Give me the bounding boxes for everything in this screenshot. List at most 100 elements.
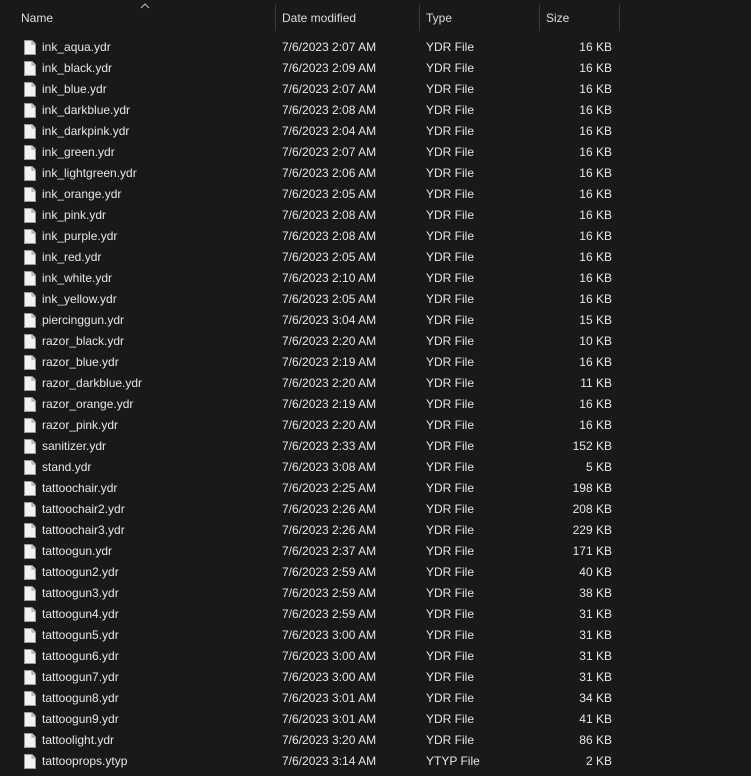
file-row[interactable]: ink_aqua.ydr 7/6/2023 2:07 AM YDR File 16 K… xyxy=(0,37,751,58)
file-row[interactable]: tattoogun9.ydr 7/6/2023 3:01 AM YDR File 41… xyxy=(0,709,751,730)
file-name: ink_yellow.ydr xyxy=(42,292,117,306)
file-row[interactable]: sanitizer.ydr 7/6/2023 2:33 AM YDR File 152… xyxy=(0,436,751,457)
column-header-type[interactable]: Type xyxy=(420,5,539,31)
file-icon xyxy=(24,271,36,286)
file-size: 16 KB xyxy=(579,124,612,138)
file-row[interactable]: razor_pink.ydr 7/6/2023 2:20 AM YDR File 16… xyxy=(0,415,751,436)
file-type: YDR File xyxy=(426,607,475,621)
file-size: 86 KB xyxy=(579,733,612,747)
file-row[interactable]: ink_blue.ydr 7/6/2023 2:07 AM YDR File 16 K… xyxy=(0,79,751,100)
file-row[interactable]: razor_blue.ydr 7/6/2023 2:19 AM YDR File 16… xyxy=(0,352,751,373)
file-name: ink_red.ydr xyxy=(42,250,102,264)
file-icon xyxy=(24,565,36,580)
file-row[interactable]: razor_black.ydr 7/6/2023 2:20 AM YDR File 1… xyxy=(0,331,751,352)
file-icon xyxy=(24,334,36,349)
file-row[interactable]: razor_orange.ydr 7/6/2023 2:19 AM YDR File… xyxy=(0,394,751,415)
file-row[interactable]: tattoogun8.ydr 7/6/2023 3:01 AM YDR File 34… xyxy=(0,688,751,709)
file-name: ink_green.ydr xyxy=(42,145,115,159)
file-size: 16 KB xyxy=(579,82,612,96)
file-date-modified: 7/6/2023 2:25 AM xyxy=(282,481,377,495)
column-divider-size[interactable] xyxy=(619,5,620,31)
file-name: sanitizer.ydr xyxy=(42,439,107,453)
file-size: 10 KB xyxy=(579,334,612,348)
file-name: tattoochair.ydr xyxy=(42,481,118,495)
file-row[interactable]: tattoolight.ydr 7/6/2023 3:20 AM YDR File 8… xyxy=(0,730,751,751)
file-row[interactable]: ink_lightgreen.ydr 7/6/2023 2:06 AM YDR Fi… xyxy=(0,163,751,184)
file-date-modified: 7/6/2023 2:20 AM xyxy=(282,418,377,432)
file-row[interactable]: piercinggun.ydr 7/6/2023 3:04 AM YDR File 1… xyxy=(0,310,751,331)
file-row[interactable]: tattoogun6.ydr 7/6/2023 3:00 AM YDR File 31… xyxy=(0,646,751,667)
file-name: ink_purple.ydr xyxy=(42,229,118,243)
file-row[interactable]: ink_red.ydr 7/6/2023 2:05 AM YDR File 16 KB xyxy=(0,247,751,268)
column-header-name[interactable]: Name xyxy=(15,5,275,31)
file-icon xyxy=(24,355,36,370)
file-size: 16 KB xyxy=(579,40,612,54)
file-row[interactable]: tattoogun3.ydr 7/6/2023 2:59 AM YDR File 38… xyxy=(0,583,751,604)
file-name: tattoogun3.ydr xyxy=(42,586,119,600)
file-size: 38 KB xyxy=(579,586,612,600)
file-name: tattoolight.ydr xyxy=(42,733,115,747)
file-row[interactable]: ink_green.ydr 7/6/2023 2:07 AM YDR File 16 … xyxy=(0,142,751,163)
file-type: YDR File xyxy=(426,334,475,348)
file-name: ink_darkpink.ydr xyxy=(42,124,130,138)
file-type: YDR File xyxy=(426,691,475,705)
file-size: 2 KB xyxy=(585,754,612,768)
file-row[interactable]: tattoogun.ydr 7/6/2023 2:37 AM YDR File 171… xyxy=(0,541,751,562)
file-name: razor_blue.ydr xyxy=(42,355,119,369)
file-row[interactable]: razor_darkblue.ydr 7/6/2023 2:20 AM YDR Fi… xyxy=(0,373,751,394)
column-header-size-label: Size xyxy=(546,11,570,25)
file-icon xyxy=(24,124,36,139)
file-type: YDR File xyxy=(426,250,475,264)
file-row[interactable]: ink_yellow.ydr 7/6/2023 2:05 AM YDR File 16… xyxy=(0,289,751,310)
file-icon xyxy=(24,649,36,664)
file-row[interactable]: stand.ydr 7/6/2023 3:08 AM YDR File 5 KB xyxy=(0,457,751,478)
file-date-modified: 7/6/2023 2:33 AM xyxy=(282,439,377,453)
file-row[interactable]: ink_darkpink.ydr 7/6/2023 2:04 AM YDR File… xyxy=(0,121,751,142)
file-date-modified: 7/6/2023 2:20 AM xyxy=(282,376,377,390)
file-date-modified: 7/6/2023 2:05 AM xyxy=(282,250,377,264)
file-type: YDR File xyxy=(426,229,475,243)
file-name: tattoogun.ydr xyxy=(42,544,113,558)
file-size: 16 KB xyxy=(579,166,612,180)
file-type: YDR File xyxy=(426,712,475,726)
file-name: ink_black.ydr xyxy=(42,61,113,75)
file-icon xyxy=(24,502,36,517)
file-size: 31 KB xyxy=(579,628,612,642)
file-row[interactable]: tattooprops.ytyp 7/6/2023 3:14 AM YTYP Fil… xyxy=(0,751,751,772)
file-row[interactable]: tattoochair3.ydr 7/6/2023 2:26 AM YDR File… xyxy=(0,520,751,541)
file-row[interactable]: tattoochair.ydr 7/6/2023 2:25 AM YDR File 1… xyxy=(0,478,751,499)
file-row[interactable]: tattoogun7.ydr 7/6/2023 3:00 AM YDR File 31… xyxy=(0,667,751,688)
file-name: razor_black.ydr xyxy=(42,334,125,348)
file-row[interactable]: ink_darkblue.ydr 7/6/2023 2:08 AM YDR File… xyxy=(0,100,751,121)
column-header-size[interactable]: Size xyxy=(540,5,619,31)
file-type: YDR File xyxy=(426,502,475,516)
file-row[interactable]: ink_purple.ydr 7/6/2023 2:08 AM YDR File 16… xyxy=(0,226,751,247)
file-date-modified: 7/6/2023 2:19 AM xyxy=(282,397,377,411)
file-size: 152 KB xyxy=(572,439,612,453)
file-icon xyxy=(24,460,36,475)
file-name: tattoogun6.ydr xyxy=(42,649,119,663)
file-size: 16 KB xyxy=(579,250,612,264)
file-row[interactable]: ink_pink.ydr 7/6/2023 2:08 AM YDR File 16 K… xyxy=(0,205,751,226)
file-row[interactable]: tattoogun2.ydr 7/6/2023 2:59 AM YDR File 40… xyxy=(0,562,751,583)
file-icon xyxy=(24,313,36,328)
file-name: ink_aqua.ydr xyxy=(42,40,111,54)
file-type: YDR File xyxy=(426,439,475,453)
file-size: 31 KB xyxy=(579,649,612,663)
file-row[interactable]: tattoogun5.ydr 7/6/2023 3:00 AM YDR File 31… xyxy=(0,625,751,646)
file-icon xyxy=(24,166,36,181)
file-row[interactable]: ink_white.ydr 7/6/2023 2:10 AM YDR File 16 … xyxy=(0,268,751,289)
file-icon xyxy=(24,229,36,244)
file-type: YDR File xyxy=(426,565,475,579)
file-name: ink_orange.ydr xyxy=(42,187,122,201)
file-type: YDR File xyxy=(426,145,475,159)
file-row[interactable]: tattoochair2.ydr 7/6/2023 2:26 AM YDR File… xyxy=(0,499,751,520)
file-row[interactable]: ink_black.ydr 7/6/2023 2:09 AM YDR File 16 … xyxy=(0,58,751,79)
file-date-modified: 7/6/2023 2:07 AM xyxy=(282,82,377,96)
file-size: 16 KB xyxy=(579,103,612,117)
column-header-date[interactable]: Date modified xyxy=(276,5,419,31)
file-row[interactable]: ink_orange.ydr 7/6/2023 2:05 AM YDR File 16… xyxy=(0,184,751,205)
file-row[interactable]: tattoogun4.ydr 7/6/2023 2:59 AM YDR File 31… xyxy=(0,604,751,625)
file-type: YDR File xyxy=(426,40,475,54)
file-date-modified: 7/6/2023 3:00 AM xyxy=(282,628,377,642)
